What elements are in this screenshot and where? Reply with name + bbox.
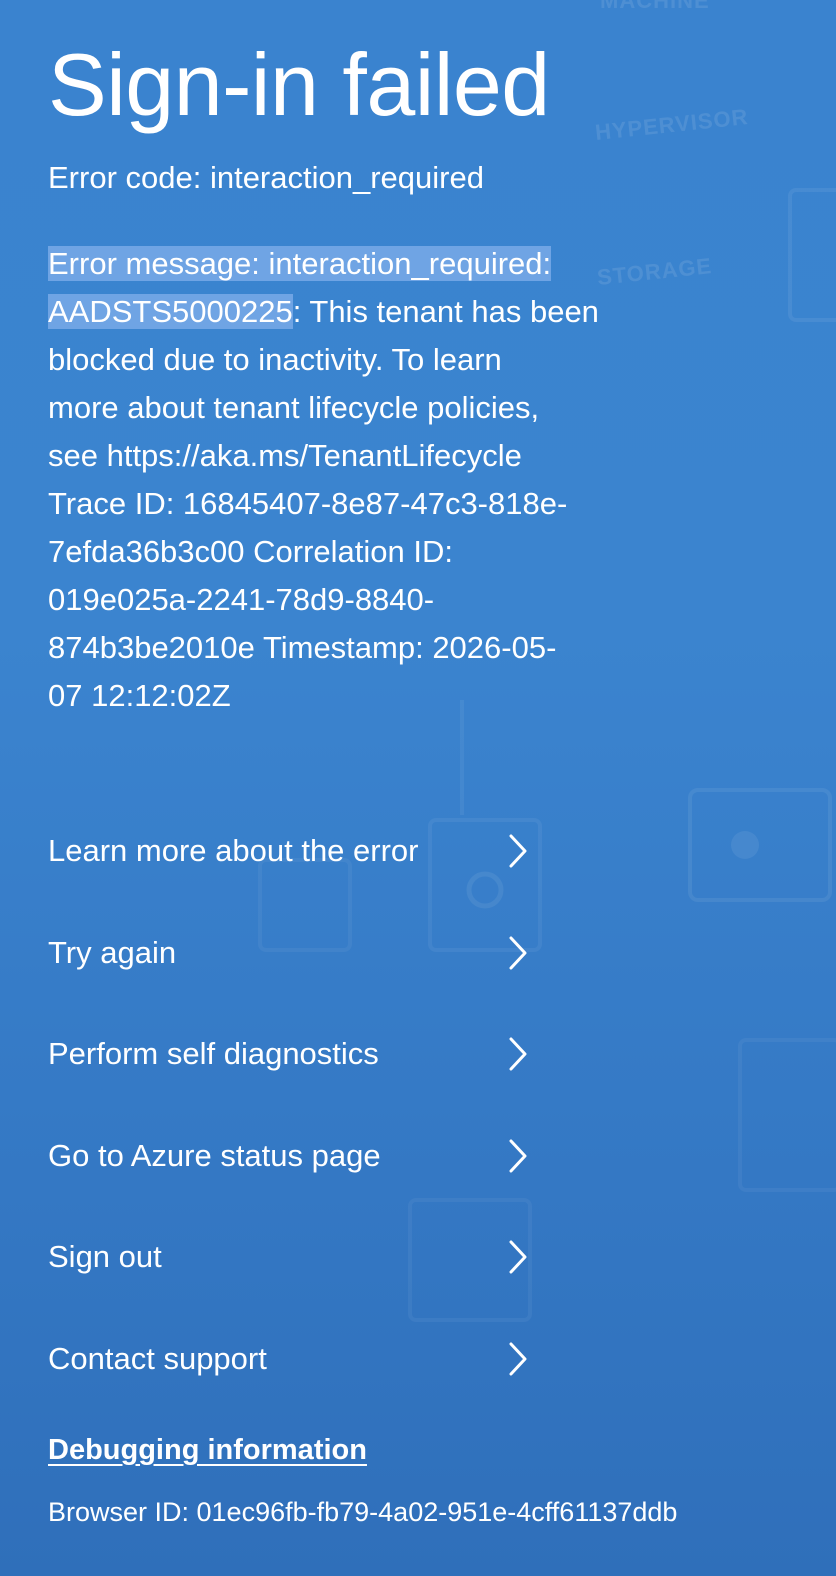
- action-label: Try again: [48, 934, 177, 970]
- debugging-information-link[interactable]: Debugging information: [48, 1428, 367, 1472]
- browser-id-text: Browser ID: 01ec96fb-fb79-4a02-951e-4cff…: [48, 1497, 678, 1527]
- chevron-right-icon: [509, 1037, 527, 1071]
- error-message-line: blocked due to inactivity. To learn: [48, 336, 668, 384]
- actions-list: Learn more about the error Try again Perfo…: [48, 820, 538, 1430]
- error-message-text: : This tenant has been: [292, 294, 599, 329]
- error-message-line: 07 12:12:02Z: [48, 672, 668, 720]
- selected-text: AADSTS5000225: [48, 294, 293, 329]
- error-code-text: Error code: interaction_required: [48, 160, 484, 195]
- error-message-text: more about tenant lifecycle policies,: [48, 390, 540, 425]
- background-word: HYPERVISOR: [594, 104, 750, 145]
- page-title: Sign-in failed: [48, 35, 550, 134]
- error-message-text: blocked due to inactivity. To learn: [48, 342, 502, 377]
- action-item[interactable]: Go to Azure status page: [48, 1125, 538, 1187]
- error-message-line: AADSTS5000225: This tenant has been: [48, 288, 668, 336]
- error-message-text: 7efda36b3c00 Correlation ID:: [48, 534, 453, 569]
- error-message-line: more about tenant lifecycle policies,: [48, 384, 668, 432]
- error-message-text: 07 12:12:02Z: [48, 678, 231, 713]
- action-label: Sign out: [48, 1239, 162, 1275]
- chevron-right-icon: [509, 1139, 527, 1173]
- error-message-text: see https://aka.ms/TenantLifecycle: [48, 438, 522, 473]
- chevron-right-icon: [509, 1240, 527, 1274]
- error-message-text: Trace ID: 16845407-8e87-47c3-818e-: [48, 486, 568, 521]
- error-message-text: 874b3be2010e Timestamp: 2026-05-: [48, 630, 557, 665]
- error-message-line: Trace ID: 16845407-8e87-47c3-818e-: [48, 480, 668, 528]
- chevron-right-icon: [509, 936, 527, 970]
- action-item[interactable]: Sign out: [48, 1226, 538, 1288]
- chevron-right-icon: [509, 834, 527, 868]
- action-item[interactable]: Contact support: [48, 1328, 538, 1390]
- error-message-text: 019e025a-2241-78d9-8840-: [48, 582, 435, 617]
- error-message-line: 019e025a-2241-78d9-8840-: [48, 576, 668, 624]
- action-label: Contact support: [48, 1340, 267, 1376]
- error-message-line: 874b3be2010e Timestamp: 2026-05-: [48, 624, 668, 672]
- background-word: MACHINE: [600, 0, 710, 13]
- error-details: Error message: interaction_required: AAD…: [48, 240, 668, 720]
- action-item[interactable]: Try again: [48, 922, 538, 984]
- error-message-line: 7efda36b3c00 Correlation ID:: [48, 528, 668, 576]
- chevron-right-icon: [509, 1342, 527, 1376]
- selected-text: Error message: interaction_required:: [48, 246, 552, 281]
- action-item[interactable]: Perform self diagnostics: [48, 1023, 538, 1085]
- error-message-line: see https://aka.ms/TenantLifecycle: [48, 432, 668, 480]
- action-label: Perform self diagnostics: [48, 1036, 379, 1072]
- action-label: Learn more about the error: [48, 833, 419, 868]
- error-message-line: Error message: interaction_required:: [48, 240, 668, 288]
- action-item[interactable]: Learn more about the error: [48, 820, 538, 882]
- action-label: Go to Azure status page: [48, 1137, 381, 1173]
